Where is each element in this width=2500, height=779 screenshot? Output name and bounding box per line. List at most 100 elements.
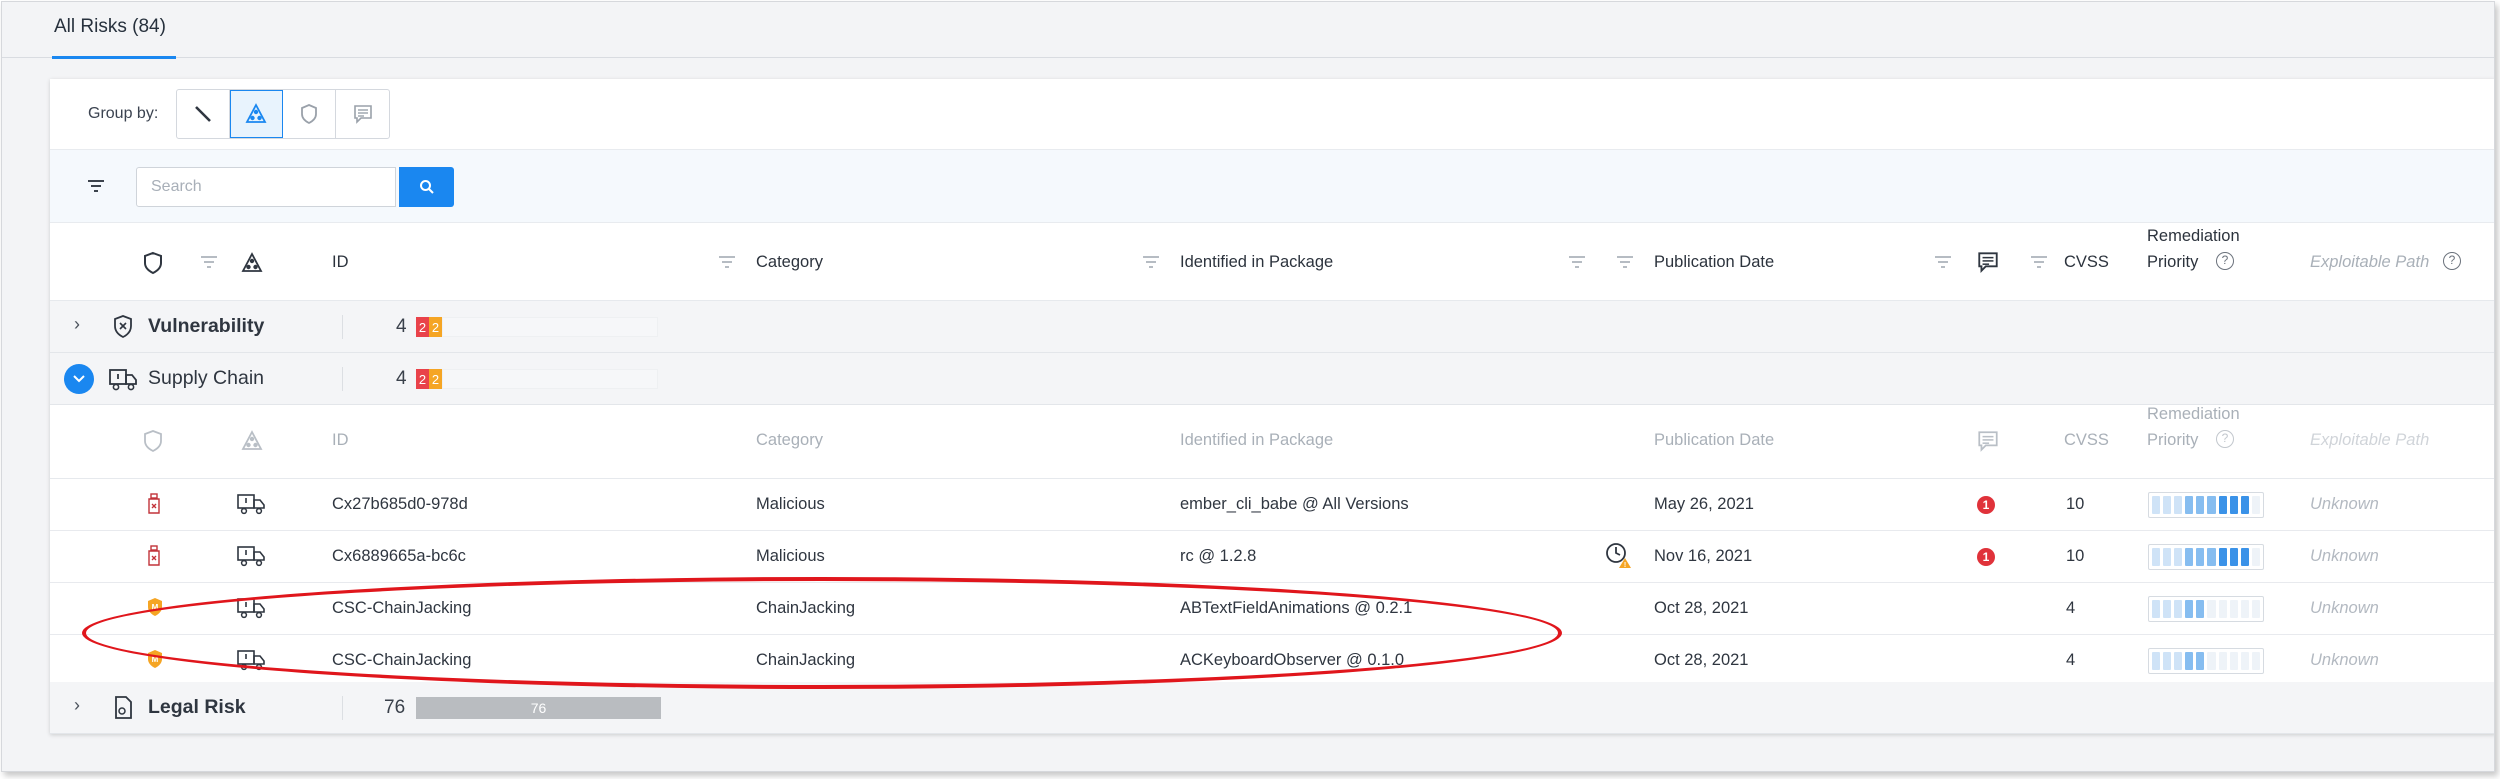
priority-segment <box>2251 652 2260 670</box>
priority-segment <box>2240 548 2249 566</box>
legal-document-icon <box>115 696 132 719</box>
priority-segment <box>2152 548 2161 566</box>
risk-types-icon[interactable] <box>240 251 264 275</box>
vulnerability-shield-icon <box>114 315 132 339</box>
subcolumn-id: ID <box>332 431 349 449</box>
column-category[interactable]: Category <box>756 253 823 272</box>
priority-segment <box>2163 496 2172 514</box>
subcolumn-cvss: CVSS <box>2064 431 2109 449</box>
group-none-button[interactable] <box>177 90 231 138</box>
priority-segment <box>2185 600 2194 618</box>
priority-segment <box>2251 600 2260 618</box>
row-cvss: 10 <box>2066 547 2085 565</box>
sub-table-header: ID Category Identified in Package Public… <box>50 405 2494 479</box>
table-row[interactable]: Cx6889665a-bc6c Malicious rc @ 1.2.8! Nov 1… <box>50 531 2494 583</box>
critical-count: 2 <box>416 369 429 389</box>
search-icon <box>419 180 434 194</box>
column-package[interactable]: Identified in Package <box>1180 253 1333 272</box>
column-remediation[interactable]: Remediation <box>2147 227 2240 246</box>
severity-shield-icon[interactable] <box>142 251 164 275</box>
severity-bar: 2 2 <box>416 317 658 337</box>
help-icon[interactable]: ? <box>2216 252 2234 270</box>
row-category: Malicious <box>756 495 825 513</box>
svg-text:!: ! <box>1624 562 1626 569</box>
priority-segment <box>2174 496 2183 514</box>
priority-segment <box>2152 496 2161 514</box>
subcolumn-exploitable-path: Exploitable Path <box>2310 431 2430 449</box>
comment-icon[interactable] <box>1976 250 2000 274</box>
filter-icon[interactable] <box>1568 255 1586 269</box>
help-icon: ? <box>2216 430 2234 448</box>
priority-segment <box>2163 548 2172 566</box>
priority-segment <box>2229 652 2238 670</box>
supply-chain-truck-icon <box>109 369 137 391</box>
comment-count-badge[interactable]: 1 <box>1977 548 1995 566</box>
filter-icon[interactable] <box>200 255 218 269</box>
malicious-package-icon <box>146 545 162 572</box>
chevron-right-icon[interactable]: › <box>74 695 80 716</box>
priority-segment <box>2163 652 2172 670</box>
table-row[interactable]: Cx27b685d0-978d Malicious ember_cli_babe @… <box>50 479 2494 531</box>
filter-icon[interactable] <box>1934 255 1952 269</box>
priority-segment <box>2196 652 2205 670</box>
chevron-right-icon[interactable]: › <box>74 314 80 335</box>
row-id[interactable]: Cx6889665a-bc6c <box>332 547 466 566</box>
subcolumn-remediation: Remediation <box>2147 405 2240 423</box>
divider <box>342 315 343 339</box>
row-cvss: 4 <box>2066 599 2076 617</box>
row-publication-date: Oct 28, 2021 <box>1654 651 1749 669</box>
column-remediation-priority[interactable]: Priority <box>2147 253 2198 272</box>
bar-remainder <box>442 369 658 389</box>
remediation-priority-bar <box>2148 648 2264 674</box>
priority-segment <box>2152 600 2161 618</box>
column-publication-date[interactable]: Publication Date <box>1654 253 1774 272</box>
subcolumn-publication-date: Publication Date <box>1654 431 1775 449</box>
row-exploitable-path: Unknown <box>2310 547 2379 565</box>
filter-icon[interactable] <box>86 177 106 195</box>
row-package[interactable]: rc @ 1.2.8 <box>1180 547 1256 566</box>
search-input[interactable] <box>136 167 396 207</box>
group-row-vulnerability[interactable]: › Vulnerability 4 2 2 <box>50 301 2494 353</box>
malicious-package-icon <box>146 493 162 520</box>
slash-icon <box>195 106 212 122</box>
priority-segment <box>2174 548 2183 566</box>
comment-count-badge[interactable]: 1 <box>1977 496 1995 514</box>
legal-bar: 76 <box>416 697 661 719</box>
group-row-supply-chain[interactable]: Supply Chain 4 2 2 <box>50 353 2494 405</box>
priority-segment <box>2240 496 2249 514</box>
column-id[interactable]: ID <box>332 253 349 272</box>
priority-segment <box>2196 496 2205 514</box>
group-row-legal-risk[interactable]: › Legal Risk 76 76 <box>50 682 2494 734</box>
row-exploitable-path: Unknown <box>2310 495 2379 513</box>
annotation-ellipse <box>82 577 1562 689</box>
remediation-priority-bar <box>2148 492 2264 518</box>
chevron-down-icon[interactable] <box>64 364 94 394</box>
critical-count: 2 <box>416 317 429 337</box>
priority-segment <box>2218 652 2227 670</box>
filter-icon[interactable] <box>718 255 736 269</box>
row-id[interactable]: Cx27b685d0-978d <box>332 495 468 514</box>
priority-segment <box>2218 496 2227 514</box>
priority-segment <box>2207 496 2216 514</box>
filter-icon[interactable] <box>1142 255 1160 269</box>
search-button[interactable] <box>399 167 454 207</box>
group-by-buttons <box>176 89 391 139</box>
divider <box>342 367 343 391</box>
group-count: 4 <box>396 316 407 337</box>
group-name: Supply Chain <box>148 367 264 389</box>
shield-icon <box>301 104 318 125</box>
filter-icon[interactable] <box>1616 255 1634 269</box>
tab-all-risks[interactable]: All Risks (84) <box>52 16 176 59</box>
help-icon[interactable]: ? <box>2443 252 2461 270</box>
column-cvss[interactable]: CVSS <box>2064 253 2109 272</box>
subcolumn-package: Identified in Package <box>1180 431 1334 449</box>
row-exploitable-path: Unknown <box>2310 651 2379 669</box>
group-comments-button[interactable] <box>336 90 389 138</box>
tab-bar: All Risks (84) <box>2 2 2494 59</box>
subcolumn-remediation-priority: Priority <box>2147 431 2199 449</box>
group-severity-button[interactable] <box>283 90 337 138</box>
filter-icon[interactable] <box>2030 255 2048 269</box>
row-package[interactable]: ember_cli_babe @ All Versions <box>1180 495 1409 514</box>
group-risk-type-button[interactable] <box>230 90 284 138</box>
column-exploitable-path[interactable]: Exploitable Path <box>2310 253 2429 272</box>
